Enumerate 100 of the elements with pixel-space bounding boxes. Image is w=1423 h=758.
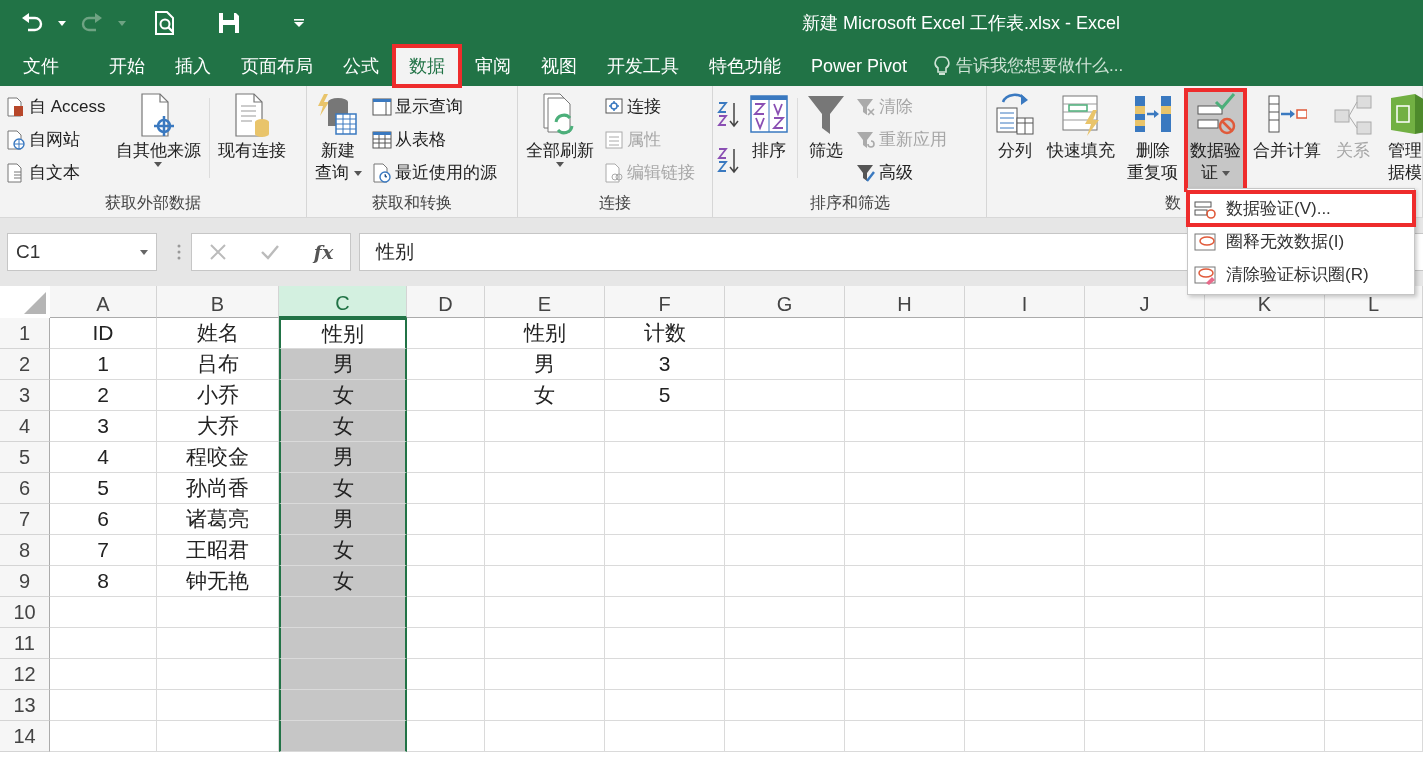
ribbon-button[interactable]: 高级 xyxy=(854,156,949,189)
caret-icon[interactable] xyxy=(58,20,66,26)
table-cell[interactable]: 男 xyxy=(279,349,407,380)
row-header[interactable]: 1 xyxy=(0,318,50,349)
ribbon-button[interactable]: 连接 xyxy=(602,90,697,123)
row-header[interactable]: 5 xyxy=(0,442,50,473)
ribbon-tab[interactable]: 审阅 xyxy=(460,46,526,86)
row-header[interactable]: 10 xyxy=(0,597,50,628)
ribbon-button[interactable]: 管理 据模 xyxy=(1381,90,1423,190)
column-header[interactable]: H xyxy=(845,286,965,318)
ribbon-button[interactable]: 自 Access xyxy=(4,90,108,123)
table-cell[interactable]: 男 xyxy=(279,442,407,473)
ribbon-tab[interactable]: 插入 xyxy=(160,46,226,86)
ribbon-button[interactable]: 筛选 xyxy=(802,90,850,190)
connections-icon xyxy=(604,96,624,117)
row-header[interactable]: 4 xyxy=(0,411,50,442)
table-cell[interactable]: 女 xyxy=(279,380,407,411)
table-cell[interactable]: 计数 xyxy=(605,318,725,349)
ribbon-button[interactable]: 快速填充 xyxy=(1043,90,1119,190)
ribbon-tab[interactable]: 公式 xyxy=(328,46,394,86)
table-cell[interactable]: 3 xyxy=(50,411,157,442)
ribbon-button[interactable]: 排序 xyxy=(745,90,793,190)
column-header[interactable]: A xyxy=(50,286,157,318)
table-cell[interactable]: 7 xyxy=(50,535,157,566)
table-cell[interactable]: 男 xyxy=(485,349,605,380)
row-header[interactable]: 3 xyxy=(0,380,50,411)
save-icon[interactable] xyxy=(218,12,240,34)
table-cell[interactable]: 女 xyxy=(485,380,605,411)
ribbon-button[interactable]: 全部刷新 xyxy=(522,90,598,190)
ribbon-button[interactable]: 数据验 证 xyxy=(1186,90,1245,190)
ribbon-button[interactable]: 删除 重复项 xyxy=(1123,90,1182,190)
ribbon-tab[interactable]: 页面布局 xyxy=(226,46,328,86)
table-cell[interactable] xyxy=(279,597,407,628)
ribbon-button[interactable]: 分列 xyxy=(991,90,1039,190)
row-header[interactable]: 2 xyxy=(0,349,50,380)
ribbon-button[interactable]: 最近使用的源 xyxy=(369,156,499,189)
print-preview-icon[interactable] xyxy=(154,11,176,35)
table-cell[interactable]: 性别 xyxy=(279,318,407,349)
sort-ascending-icon[interactable] xyxy=(717,100,741,128)
table-cell[interactable] xyxy=(279,659,407,690)
table-cell[interactable] xyxy=(279,628,407,659)
row-header[interactable]: 14 xyxy=(0,721,50,752)
table-cell[interactable]: 8 xyxy=(50,566,157,597)
table-cell[interactable] xyxy=(279,721,407,752)
clear-filter-icon xyxy=(856,96,876,117)
row-header[interactable]: 6 xyxy=(0,473,50,504)
table-cell[interactable]: 女 xyxy=(279,411,407,442)
ribbon-button[interactable]: 从表格 xyxy=(369,123,499,156)
ribbon-button[interactable]: 自网站 xyxy=(4,123,108,156)
ribbon-button[interactable]: 合并计算 xyxy=(1249,90,1325,190)
ribbon-tab[interactable]: 开发工具 xyxy=(592,46,694,86)
column-header[interactable]: G xyxy=(725,286,845,318)
column-header[interactable]: D xyxy=(407,286,485,318)
customize-caret-icon[interactable] xyxy=(294,19,304,27)
row-header[interactable]: 12 xyxy=(0,659,50,690)
column-header[interactable]: B xyxy=(157,286,279,318)
table-cell[interactable]: 男 xyxy=(279,504,407,535)
ribbon-button[interactable]: 显示查询 xyxy=(369,90,499,123)
table-cell[interactable]: 3 xyxy=(605,349,725,380)
insert-function-button[interactable]: fx xyxy=(313,237,334,267)
row-header[interactable]: 13 xyxy=(0,690,50,721)
column-header[interactable]: I xyxy=(965,286,1085,318)
table-cell[interactable] xyxy=(279,690,407,721)
column-header[interactable]: E xyxy=(485,286,605,318)
group-label: 获取外部数据 xyxy=(105,194,201,211)
row-header[interactable]: 7 xyxy=(0,504,50,535)
table-cell[interactable]: 1 xyxy=(50,349,157,380)
menu-item[interactable]: 数据验证(V)... xyxy=(1188,192,1414,225)
ribbon-button[interactable]: 自其他来源 xyxy=(111,90,205,190)
name-box[interactable]: C1 xyxy=(7,233,157,271)
table-cell[interactable]: ID xyxy=(50,318,157,349)
table-cell[interactable]: 5 xyxy=(605,380,725,411)
ribbon-tab[interactable]: 视图 xyxy=(526,46,592,86)
table-cell[interactable]: 6 xyxy=(50,504,157,535)
table-cell[interactable]: 5 xyxy=(50,473,157,504)
column-header[interactable]: F xyxy=(605,286,725,318)
ribbon-tab[interactable]: 特色功能 xyxy=(694,46,796,86)
undo-icon[interactable] xyxy=(20,12,44,34)
row-header[interactable]: 11 xyxy=(0,628,50,659)
ribbon-button[interactable]: 自文本 xyxy=(4,156,108,189)
table-cell[interactable]: 2 xyxy=(50,380,157,411)
row-header[interactable]: 8 xyxy=(0,535,50,566)
column-header[interactable]: C xyxy=(279,286,407,318)
table-cell[interactable]: 女 xyxy=(279,535,407,566)
ribbon-tab[interactable]: 数据 xyxy=(394,46,460,86)
ribbon-button[interactable]: 现有连接 xyxy=(213,90,290,190)
tell-me-field[interactable]: 告诉我您想要做什么... xyxy=(954,52,1155,80)
redo-icon xyxy=(80,12,104,34)
ribbon-tab[interactable]: Power Pivot xyxy=(796,46,923,86)
table-cell[interactable]: 性别 xyxy=(485,318,605,349)
ribbon-tab[interactable]: 开始 xyxy=(94,46,160,86)
sort-descending-icon[interactable] xyxy=(717,146,741,174)
row-header[interactable]: 9 xyxy=(0,566,50,597)
table-cell[interactable]: 4 xyxy=(50,442,157,473)
table-cell[interactable]: 女 xyxy=(279,473,407,504)
table-cell[interactable]: 女 xyxy=(279,566,407,597)
ribbon-tab[interactable]: 文件 xyxy=(8,46,74,86)
ribbon-button[interactable]: 新建 查询 xyxy=(311,90,366,190)
column-header[interactable]: J xyxy=(1085,286,1205,318)
grip-icon[interactable] xyxy=(177,244,181,260)
